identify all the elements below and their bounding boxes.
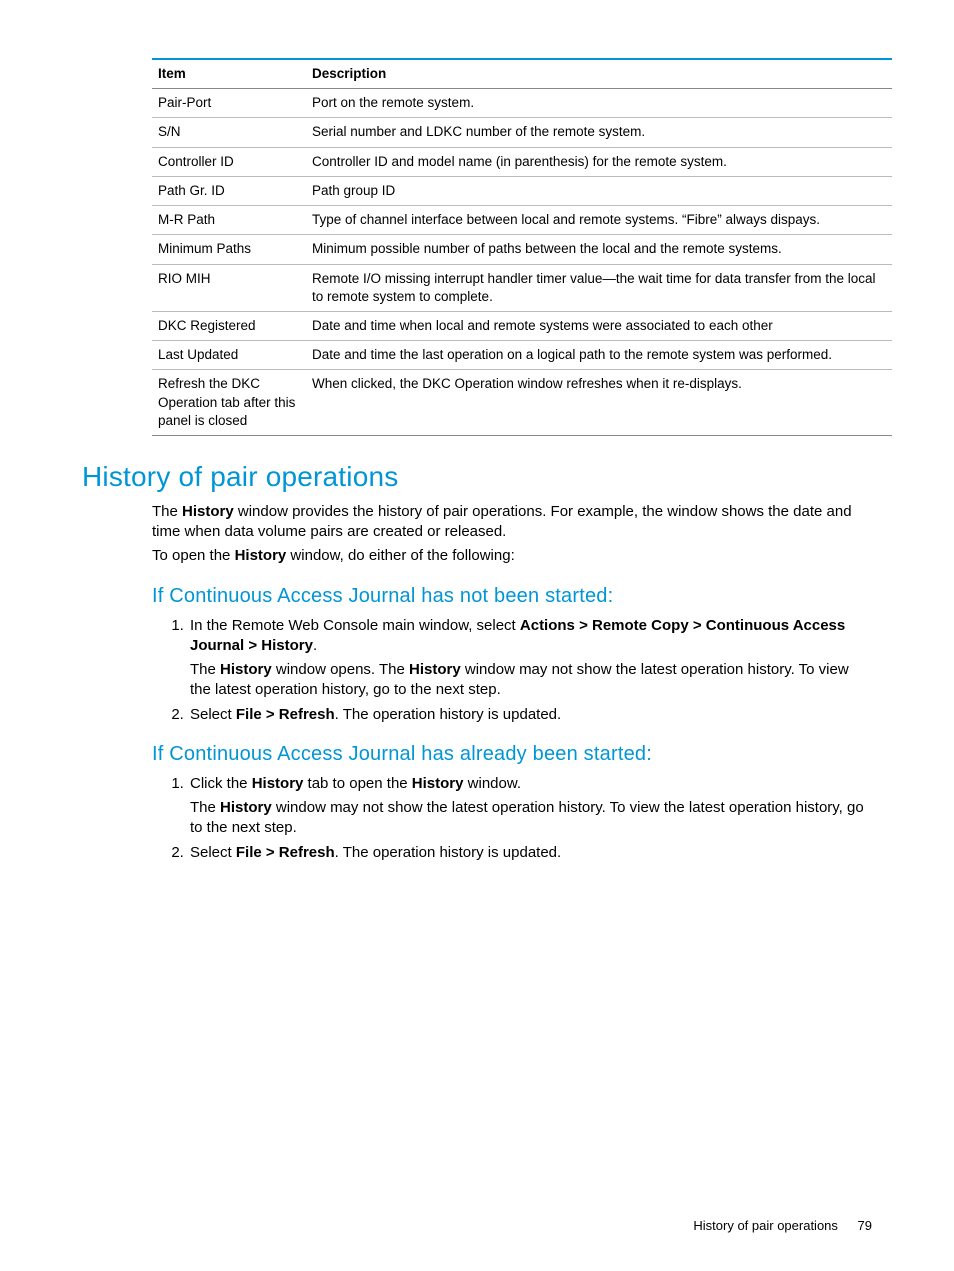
cell-item: Last Updated [152,341,306,370]
subsection-heading-already-started: If Continuous Access Journal has already… [152,741,872,768]
section-heading: History of pair operations [82,458,872,496]
table-row: Controller IDController ID and model nam… [152,147,892,176]
page-number: 79 [858,1218,872,1233]
cell-desc: Serial number and LDKC number of the rem… [306,118,892,147]
steps-list-not-started: In the Remote Web Console main window, s… [152,616,872,725]
table-row: RIO MIHRemote I/O missing interrupt hand… [152,264,892,311]
th-item: Item [152,59,306,89]
table-row: M-R PathType of channel interface betwee… [152,206,892,235]
table-row: DKC RegisteredDate and time when local a… [152,311,892,340]
step-note: The History window may not show the late… [190,798,872,839]
cell-desc: When clicked, the DKC Operation window r… [306,370,892,436]
list-item: Click the History tab to open the Histor… [188,774,872,839]
cell-item: DKC Registered [152,311,306,340]
intro-paragraph-2: To open the History window, do either of… [152,546,872,566]
cell-desc: Path group ID [306,176,892,205]
cell-item: Path Gr. ID [152,176,306,205]
list-item: Select File > Refresh. The operation his… [188,843,872,863]
cell-desc: Type of channel interface between local … [306,206,892,235]
table-row: Minimum PathsMinimum possible number of … [152,235,892,264]
cell-item: Minimum Paths [152,235,306,264]
steps-list-already-started: Click the History tab to open the Histor… [152,774,872,863]
item-description-table: Item Description Pair-PortPort on the re… [152,58,892,436]
list-item: In the Remote Web Console main window, s… [188,616,872,701]
subsection-heading-not-started: If Continuous Access Journal has not bee… [152,583,872,610]
table-row: Path Gr. IDPath group ID [152,176,892,205]
cell-desc: Minimum possible number of paths between… [306,235,892,264]
cell-item: RIO MIH [152,264,306,311]
table-row: Last UpdatedDate and time the last opera… [152,341,892,370]
cell-item: S/N [152,118,306,147]
step-note: The History window opens. The History wi… [190,660,872,701]
cell-desc: Remote I/O missing interrupt handler tim… [306,264,892,311]
footer-title: History of pair operations [693,1218,838,1233]
cell-item: Refresh the DKC Operation tab after this… [152,370,306,436]
th-description: Description [306,59,892,89]
table-row: S/NSerial number and LDKC number of the … [152,118,892,147]
cell-item: Pair-Port [152,89,306,118]
table-row: Pair-PortPort on the remote system. [152,89,892,118]
cell-item: M-R Path [152,206,306,235]
table-row: Refresh the DKC Operation tab after this… [152,370,892,436]
list-item: Select File > Refresh. The operation his… [188,705,872,725]
cell-desc: Controller ID and model name (in parenth… [306,147,892,176]
cell-item: Controller ID [152,147,306,176]
page-footer: History of pair operations 79 [693,1217,872,1235]
cell-desc: Date and time when local and remote syst… [306,311,892,340]
intro-paragraph-1: The History window provides the history … [152,502,872,543]
cell-desc: Port on the remote system. [306,89,892,118]
cell-desc: Date and time the last operation on a lo… [306,341,892,370]
